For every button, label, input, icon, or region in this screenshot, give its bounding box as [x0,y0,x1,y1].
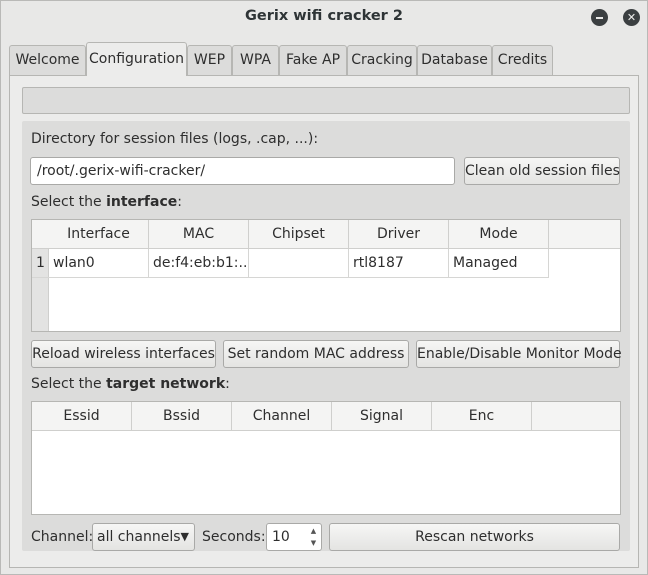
cell-driver[interactable]: rtl8187 [349,249,449,277]
app-window: Gerix wifi cracker 2 ✕ Welcome Configura… [0,0,648,575]
arrow-down-icon[interactable]: ▼ [307,537,320,549]
column-header-interface[interactable]: Interface [49,220,149,248]
interface-label-bold: interface [106,194,178,210]
tab-configuration[interactable]: Configuration [86,42,187,76]
column-header-bssid[interactable]: Bssid [132,402,232,430]
reload-interfaces-button[interactable]: Reload wireless interfaces [31,340,216,368]
column-header-channel[interactable]: Channel [232,402,332,430]
column-header-driver[interactable]: Driver [349,220,449,248]
tab-credits[interactable]: Credits [492,45,553,75]
directory-label: Directory for session files (logs, .cap,… [31,131,319,147]
target-label-suffix: : [225,376,230,392]
column-header-chipset[interactable]: Chipset [249,220,349,248]
cell-interface[interactable]: wlan0 [49,249,149,277]
random-mac-button[interactable]: Set random MAC address [223,340,409,368]
title-bar: Gerix wifi cracker 2 ✕ [1,1,647,35]
target-label-bold: target network [106,376,226,392]
interface-label-prefix: Select the [31,194,107,210]
tab-cracking[interactable]: Cracking [347,45,417,75]
seconds-label: Seconds: [202,529,266,545]
table-row[interactable]: 1 wlan0 de:f4:eb:b1:... rtl8187 Managed [32,249,549,278]
arrow-up-icon[interactable]: ▲ [307,525,320,537]
column-header-signal[interactable]: Signal [332,402,432,430]
column-header-essid[interactable]: Essid [32,402,132,430]
tab-wep[interactable]: WEP [187,45,232,75]
network-table[interactable]: Essid Bssid Channel Signal Enc [31,401,621,515]
seconds-spinbox[interactable]: 10 ▲ ▼ [266,523,322,551]
channel-select[interactable]: all channels ▼ [92,523,195,551]
minimize-icon[interactable] [591,9,608,26]
directory-input[interactable]: /root/.gerix-wifi-cracker/ [30,157,455,185]
window-title: Gerix wifi cracker 2 [245,8,403,24]
cell-chipset[interactable] [249,249,349,277]
interface-label: Select the interface: [31,194,182,210]
chevron-down-icon: ▼ [180,530,189,543]
column-header-mac[interactable]: MAC [149,220,249,248]
tab-fake-ap[interactable]: Fake AP [279,45,347,75]
seconds-value: 10 [272,529,290,545]
row-number: 1 [36,255,45,271]
close-icon[interactable]: ✕ [623,9,640,26]
interface-label-suffix: : [177,194,182,210]
network-table-header: Essid Bssid Channel Signal Enc [32,402,620,431]
channel-select-value: all channels [97,529,181,545]
column-header-mode[interactable]: Mode [449,220,549,248]
cell-mac[interactable]: de:f4:eb:b1:... [149,249,249,277]
tab-welcome[interactable]: Welcome [9,45,86,75]
rescan-networks-button[interactable]: Rescan networks [329,523,620,551]
tab-database[interactable]: Database [417,45,492,75]
interface-table-header: Interface MAC Chipset Driver Mode [32,220,620,249]
column-header-enc[interactable]: Enc [432,402,532,430]
settings-frame: Directory for session files (logs, .cap,… [22,121,630,551]
clean-session-files-button[interactable]: Clean old session files [464,157,620,185]
monitor-mode-button[interactable]: Enable/Disable Monitor Mode [416,340,622,368]
interface-table[interactable]: Interface MAC Chipset Driver Mode 1 wlan… [31,219,621,332]
channel-label: Channel: [31,529,94,545]
target-network-label: Select the target network: [31,376,230,392]
cell-mode[interactable]: Managed [449,249,549,277]
tab-wpa[interactable]: WPA [232,45,279,75]
progress-bar [22,87,630,114]
configuration-panel: Directory for session files (logs, .cap,… [9,75,639,568]
target-label-prefix: Select the [31,376,107,392]
